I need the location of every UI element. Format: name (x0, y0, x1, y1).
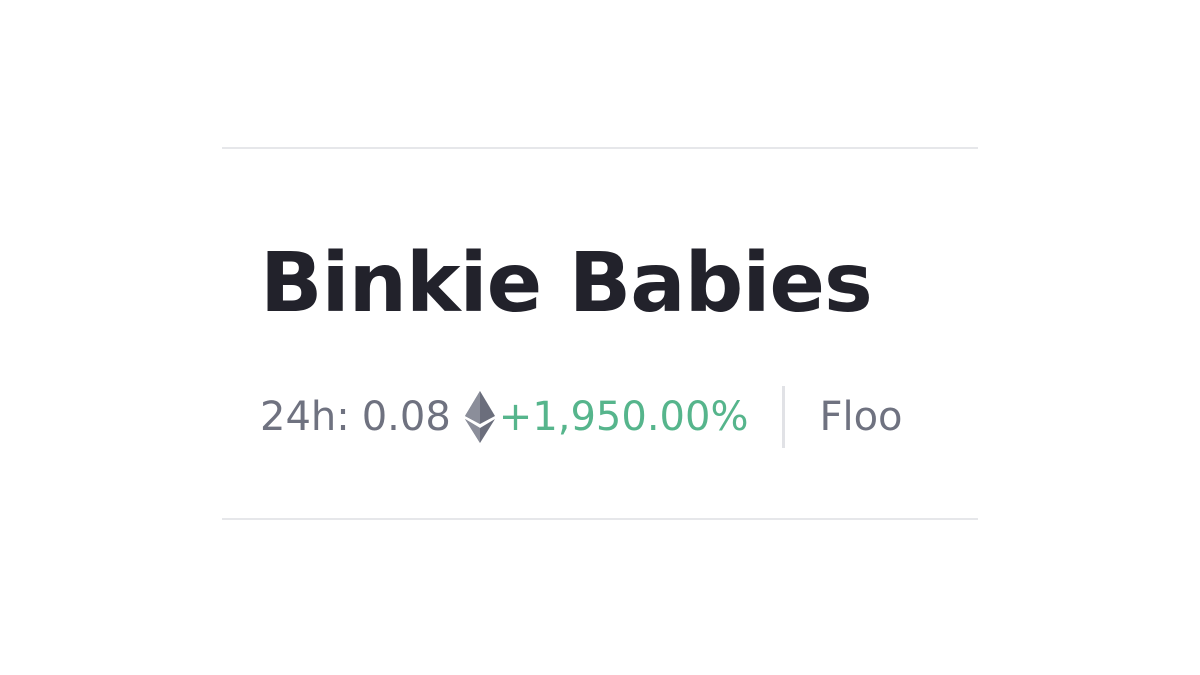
collection-stats-row: 24h: 0.08 +1,950.00% Floo (260, 383, 903, 451)
collection-header: Binkie Babies 24h: 0.08 +1,950.00% Floo (222, 147, 978, 522)
stat-24h-change: +1,950.00% (498, 394, 749, 440)
page: Binkie Babies 24h: 0.08 +1,950.00% Floo (0, 0, 1200, 675)
header-top-divider (222, 147, 978, 149)
stat-24h-label: 24h: (260, 394, 350, 440)
ethereum-icon (463, 389, 497, 445)
stat-floor-label: Floo (819, 394, 903, 440)
collection-title: Binkie Babies (260, 236, 873, 331)
header-bottom-divider (222, 518, 978, 520)
stat-24h-volume: 24h: 0.08 +1,950.00% (260, 383, 748, 451)
stat-24h-value: 0.08 (361, 394, 451, 440)
stats-separator (782, 386, 786, 448)
